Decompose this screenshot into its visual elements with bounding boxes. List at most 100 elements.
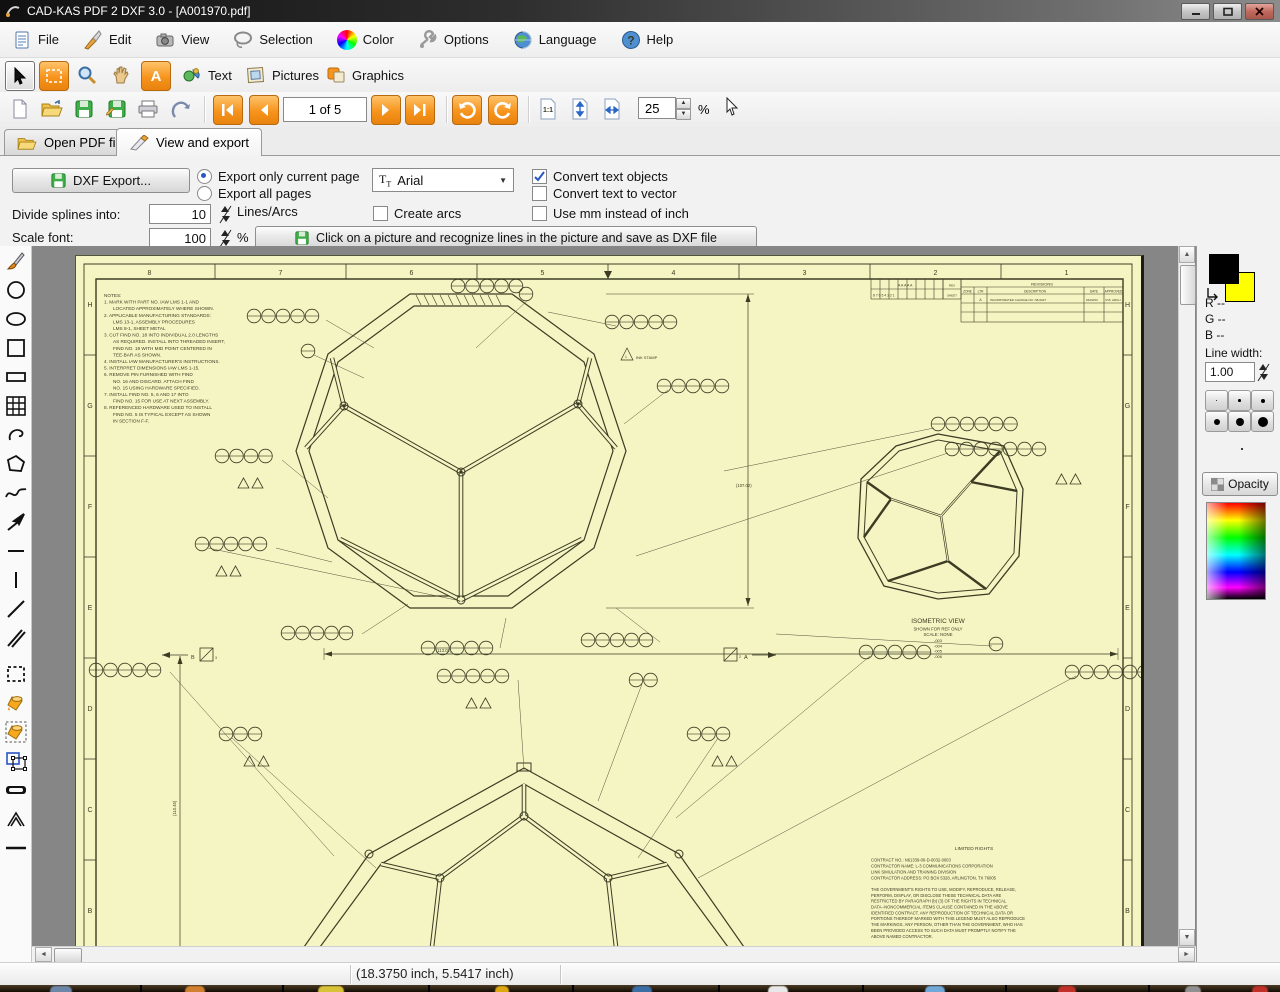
square-tool[interactable] xyxy=(2,334,30,362)
checkbox-convert-text[interactable]: Convert text objects xyxy=(532,169,668,184)
menu-file[interactable]: File xyxy=(8,27,63,53)
menu-help[interactable]: ? Help xyxy=(617,27,678,53)
taskbar-item[interactable] xyxy=(1252,986,1268,992)
vertical-line-tool[interactable] xyxy=(2,566,30,594)
line-size-6-button[interactable] xyxy=(1251,411,1274,432)
print-button[interactable] xyxy=(134,95,162,123)
checkbox-icon[interactable] xyxy=(532,206,547,221)
menu-view[interactable]: View xyxy=(151,27,213,53)
line-size-1-button[interactable] xyxy=(1205,390,1228,411)
grid-tool[interactable] xyxy=(2,392,30,420)
pictures-button[interactable]: Pictures xyxy=(246,61,319,89)
save-button[interactable] xyxy=(70,95,98,123)
select-region-tool[interactable] xyxy=(2,660,30,688)
menu-language[interactable]: Language xyxy=(509,27,601,53)
rotate-left-button[interactable] xyxy=(452,95,482,125)
horizontal-scroll-thumb[interactable] xyxy=(54,948,82,963)
maximize-button[interactable] xyxy=(1213,3,1242,20)
first-page-button[interactable] xyxy=(213,95,243,125)
taskbar-item[interactable] xyxy=(1185,986,1201,992)
chevron-tool[interactable] xyxy=(2,805,30,833)
line-size-5-button[interactable] xyxy=(1228,411,1251,432)
new-document-button[interactable] xyxy=(6,95,34,123)
select-tool-button[interactable] xyxy=(5,61,35,91)
checkbox-icon[interactable] xyxy=(532,186,547,201)
foreground-color-swatch[interactable] xyxy=(1209,254,1239,284)
zoom-100-button[interactable]: 1:1 xyxy=(534,95,562,123)
checkbox-checked-icon[interactable] xyxy=(532,169,547,184)
checkbox-text-vector[interactable]: Convert text to vector xyxy=(532,186,677,201)
transform-tool[interactable] xyxy=(2,747,30,775)
rotate-right-button[interactable] xyxy=(488,95,518,125)
title-bar[interactable]: CAD-KAS PDF 2 DXF 3.0 - [A001970.pdf] xyxy=(0,0,1280,22)
document-canvas[interactable]: 87654321HHGGFFEEDDCCBB xyxy=(32,246,1196,946)
zoom-value-input[interactable]: 25 xyxy=(638,97,676,119)
zoom-tool-button[interactable] xyxy=(73,61,101,89)
scroll-down-button[interactable]: ▼ xyxy=(1179,929,1195,946)
taskbar-item[interactable] xyxy=(768,986,788,992)
previous-page-button[interactable] xyxy=(249,95,279,125)
diagonal-spinner-icon[interactable] xyxy=(217,204,233,224)
taskbar-item[interactable] xyxy=(318,986,344,992)
taskbar[interactable] xyxy=(0,985,1280,992)
radio-off-icon[interactable] xyxy=(197,186,212,201)
checkbox-icon[interactable] xyxy=(373,206,388,221)
circle-tool[interactable] xyxy=(2,276,30,304)
vertical-scroll-thumb[interactable] xyxy=(1180,265,1196,305)
radio-on-icon[interactable] xyxy=(197,169,212,184)
fit-width-button[interactable] xyxy=(598,95,626,123)
pdf-page[interactable]: 87654321HHGGFFEEDDCCBB xyxy=(75,255,1144,946)
zoom-spinner[interactable]: ▲▼ xyxy=(676,98,691,118)
short-line-tool[interactable] xyxy=(2,537,30,565)
polygon-tool[interactable] xyxy=(2,450,30,478)
dxf-export-button[interactable]: DXF Export... xyxy=(12,168,190,193)
fit-height-button[interactable] xyxy=(566,95,594,123)
menu-options[interactable]: Options xyxy=(414,27,493,53)
line-tool[interactable] xyxy=(2,834,30,862)
next-page-button[interactable] xyxy=(371,95,401,125)
page-indicator[interactable]: 1 of 5 xyxy=(283,97,367,122)
radio-current-page[interactable]: Export only current page xyxy=(197,169,360,184)
last-page-button[interactable] xyxy=(405,95,435,125)
text-mark-tool-button[interactable]: A xyxy=(141,61,171,91)
diagonal-spinner-icon[interactable] xyxy=(217,228,233,248)
line-size-2-button[interactable] xyxy=(1228,390,1251,411)
tab-view-export[interactable]: View and export xyxy=(116,128,262,156)
radio-all-pages[interactable]: Export all pages xyxy=(197,186,311,201)
opacity-button[interactable]: Opacity xyxy=(1202,472,1278,496)
taskbar-item[interactable] xyxy=(50,986,72,992)
color-gradient-picker[interactable] xyxy=(1206,502,1266,600)
checkbox-create-arcs[interactable]: Create arcs xyxy=(373,206,461,221)
menu-edit[interactable]: Edit xyxy=(79,27,135,53)
taskbar-item[interactable] xyxy=(925,986,945,992)
region-select-tool-button[interactable] xyxy=(39,61,69,91)
taskbar-item[interactable] xyxy=(185,986,205,992)
double-line-tool[interactable] xyxy=(2,624,30,652)
horizontal-scrollbar[interactable]: ◄ ► xyxy=(32,946,1196,962)
save-as-button[interactable] xyxy=(102,95,130,123)
diagonal-line-tool[interactable] xyxy=(2,595,30,623)
taskbar-item[interactable] xyxy=(1058,986,1076,992)
scroll-right-button[interactable]: ► xyxy=(1178,947,1195,962)
scroll-left-button[interactable]: ◄ xyxy=(35,947,52,962)
menu-selection[interactable]: Selection xyxy=(229,27,316,53)
diagonal-spinner-icon[interactable] xyxy=(1255,362,1271,382)
spin-up-icon[interactable]: ▲ xyxy=(676,98,691,109)
curve-tool[interactable] xyxy=(2,479,30,507)
taskbar-item[interactable] xyxy=(632,986,652,992)
undo-button[interactable] xyxy=(166,95,194,123)
line-width-input[interactable]: 1.00 xyxy=(1205,362,1255,382)
spin-down-icon[interactable]: ▼ xyxy=(676,109,691,120)
pan-tool-button[interactable] xyxy=(107,61,135,89)
line-size-4-button[interactable] xyxy=(1205,411,1228,432)
fill-selection-tool[interactable] xyxy=(2,718,30,746)
eraser-tool[interactable] xyxy=(2,776,30,804)
close-button[interactable] xyxy=(1245,3,1274,20)
rectangle-tool[interactable] xyxy=(2,363,30,391)
minimize-button[interactable] xyxy=(1181,3,1210,20)
open-file-button[interactable] xyxy=(38,95,66,123)
scroll-up-button[interactable]: ▲ xyxy=(1179,246,1195,263)
graphics-button[interactable]: Graphics xyxy=(326,61,404,89)
divide-splines-spin[interactable]: 10 xyxy=(149,204,233,224)
ellipse-tool[interactable] xyxy=(2,305,30,333)
